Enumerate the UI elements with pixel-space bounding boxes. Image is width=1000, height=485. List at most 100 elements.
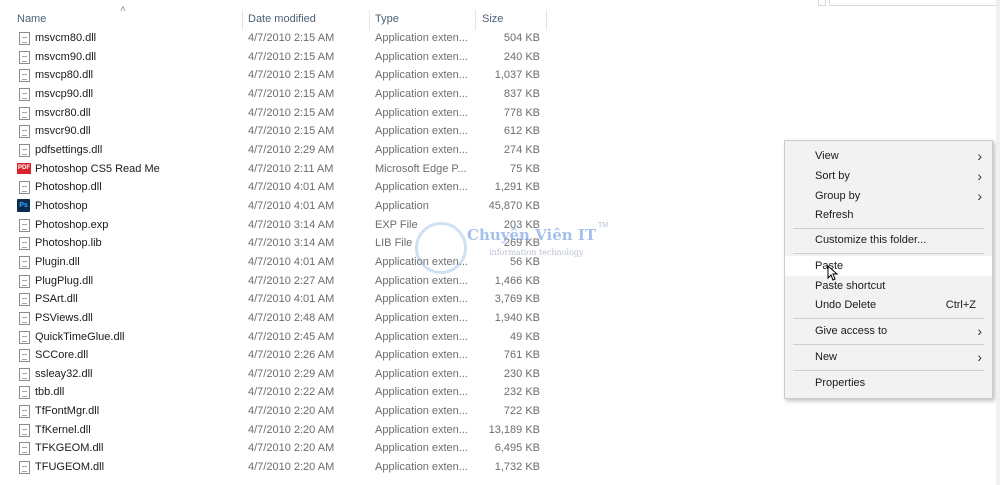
- file-date-modified: 4/7/2010 2:26 AM: [248, 349, 335, 362]
- file-row[interactable]: msvcp90.dll 4/7/2010 2:15 AM Application e…: [0, 85, 560, 104]
- file-row[interactable]: TfFontMgr.dll 4/7/2010 2:20 AM Application…: [0, 402, 560, 421]
- file-type: Application exten...: [375, 423, 468, 436]
- file-row[interactable]: TFUGEOM.dll 4/7/2010 2:20 AM Application e…: [0, 458, 560, 477]
- file-name: Photoshop.lib: [35, 237, 102, 250]
- file-row[interactable]: PDF Photoshop CS5 Read Me 4/7/2010 2:11 AM…: [0, 160, 560, 179]
- file-size: 203 KB: [503, 218, 540, 231]
- file-size: 504 KB: [503, 32, 540, 44]
- file-row[interactable]: tbb.dll 4/7/2010 2:22 AM Application exten…: [0, 383, 560, 402]
- menu-item-sort-by[interactable]: Sort by ›: [785, 166, 992, 186]
- file-row[interactable]: Photoshop.lib 4/7/2010 3:14 AM LIB File 269…: [0, 234, 560, 253]
- menu-label: Give access to: [815, 325, 888, 337]
- file-row[interactable]: PlugPlug.dll 4/7/2010 2:27 AM Application …: [0, 272, 560, 291]
- file-row[interactable]: TfKernel.dll 4/7/2010 2:20 AM Application …: [0, 421, 560, 440]
- file-size: 6,495 KB: [494, 442, 540, 455]
- menu-label: Undo Delete: [815, 299, 877, 311]
- file-name: ssleay32.dll: [35, 367, 93, 380]
- file-name: Photoshop.dll: [35, 181, 102, 194]
- file-date-modified: 4/7/2010 2:45 AM: [248, 330, 335, 343]
- file-name: msvcp90.dll: [35, 87, 94, 100]
- file-row[interactable]: Photoshop.exp 4/7/2010 3:14 AM EXP File 203…: [0, 216, 560, 235]
- dll-file-icon: [17, 383, 31, 401]
- context-menu: View › Sort by › Group by › Refresh Cust…: [784, 140, 993, 399]
- column-header-name[interactable]: Name: [17, 8, 46, 30]
- column-divider[interactable]: [242, 10, 243, 30]
- column-divider[interactable]: [546, 10, 547, 30]
- file-size: 1,466 KB: [494, 274, 540, 287]
- menu-item-give-access[interactable]: Give access to ›: [785, 321, 992, 341]
- dll-file-icon: [17, 48, 31, 66]
- file-date-modified: 4/7/2010 2:15 AM: [248, 87, 335, 100]
- file-size: 778 KB: [503, 106, 540, 119]
- file-name: PlugPlug.dll: [35, 274, 94, 287]
- file-name: TfKernel.dll: [35, 423, 91, 436]
- file-row[interactable]: Ps Photoshop 4/7/2010 4:01 AM Application 45…: [0, 197, 560, 216]
- dll-file-icon: [17, 328, 31, 346]
- menu-item-undo-delete[interactable]: Undo Delete Ctrl+Z: [785, 295, 992, 315]
- file-name: msvcm90.dll: [35, 50, 97, 63]
- column-header-date[interactable]: Date modified: [248, 8, 316, 30]
- file-type: Application exten...: [375, 330, 468, 343]
- column-divider[interactable]: [369, 10, 370, 30]
- file-name: TfFontMgr.dll: [35, 405, 100, 418]
- dll-file-icon: [17, 85, 31, 103]
- file-type: Application exten...: [375, 274, 468, 287]
- file-size: 13,189 KB: [488, 423, 540, 436]
- file-row[interactable]: pdfsettings.dll 4/7/2010 2:29 AM Applicati…: [0, 141, 560, 160]
- dll-file-icon: [17, 458, 31, 476]
- file-type: Application exten...: [375, 405, 468, 418]
- file-row[interactable]: msvcp80.dll 4/7/2010 2:15 AM Application e…: [0, 66, 560, 85]
- file-row[interactable]: ssleay32.dll 4/7/2010 2:29 AM Application …: [0, 365, 560, 384]
- dll-file-icon: [17, 346, 31, 364]
- file-row[interactable]: SCCore.dll 4/7/2010 2:26 AM Application ex…: [0, 346, 560, 365]
- file-date-modified: 4/7/2010 2:15 AM: [248, 69, 335, 82]
- search-box-edge[interactable]: [829, 0, 1000, 6]
- menu-item-customize-folder[interactable]: Customize this folder...: [785, 230, 992, 250]
- file-date-modified: 4/7/2010 2:15 AM: [248, 50, 335, 63]
- file-type: EXP File: [375, 218, 418, 231]
- column-header-type[interactable]: Type: [375, 8, 399, 30]
- menu-item-view[interactable]: View ›: [785, 146, 992, 166]
- menu-label: Refresh: [815, 209, 854, 221]
- file-size: 56 KB: [510, 255, 540, 268]
- file-name: PSViews.dll: [35, 311, 93, 324]
- pdf-icon: PDF: [17, 160, 31, 178]
- menu-item-paste-shortcut[interactable]: Paste shortcut: [785, 276, 992, 296]
- column-divider[interactable]: [475, 10, 476, 30]
- menu-label: Properties: [815, 377, 866, 389]
- file-date-modified: 4/7/2010 4:01 AM: [248, 293, 335, 306]
- file-row[interactable]: msvcm90.dll 4/7/2010 2:15 AM Application e…: [0, 48, 560, 67]
- file-row[interactable]: msvcr80.dll 4/7/2010 2:15 AM Application e…: [0, 104, 560, 123]
- file-type: Application exten...: [375, 181, 468, 194]
- file-row[interactable]: QuickTimeGlue.dll 4/7/2010 2:45 AM Applica…: [0, 328, 560, 347]
- menu-item-group-by[interactable]: Group by ›: [785, 186, 992, 206]
- file-name: tbb.dll: [35, 386, 65, 399]
- menu-item-properties[interactable]: Properties: [785, 373, 992, 393]
- file-row[interactable]: msvcr90.dll 4/7/2010 2:15 AM Application e…: [0, 122, 560, 141]
- file-type: Application exten...: [375, 311, 468, 324]
- file-row[interactable]: Photoshop.dll 4/7/2010 4:01 AM Application…: [0, 178, 560, 197]
- file-size: 49 KB: [510, 330, 540, 343]
- menu-item-new[interactable]: New ›: [785, 347, 992, 367]
- file-row[interactable]: msvcm80.dll 4/7/2010 2:15 AM Application e…: [0, 29, 560, 48]
- menu-item-paste[interactable]: Paste: [785, 256, 992, 276]
- file-row[interactable]: PSViews.dll 4/7/2010 2:48 AM Application e…: [0, 309, 560, 328]
- file-date-modified: 4/7/2010 2:11 AM: [248, 162, 334, 175]
- file-date-modified: 4/7/2010 2:15 AM: [248, 106, 335, 119]
- file-row[interactable]: PSArt.dll 4/7/2010 4:01 AM Application ext…: [0, 290, 560, 309]
- file-row[interactable]: Plugin.dll 4/7/2010 4:01 AM Application ex…: [0, 253, 560, 272]
- file-name: Photoshop CS5 Read Me: [35, 162, 160, 175]
- file-row[interactable]: TFKGEOM.dll 4/7/2010 2:20 AM Application e…: [0, 439, 560, 458]
- photoshop-icon: Ps: [17, 197, 31, 215]
- file-type: Application exten...: [375, 349, 468, 362]
- dll-file-icon: [17, 141, 31, 159]
- chevron-right-icon: ›: [977, 349, 982, 365]
- menu-item-refresh[interactable]: Refresh: [785, 205, 992, 225]
- file-type: Application exten...: [375, 50, 468, 63]
- column-header-size[interactable]: Size: [482, 8, 503, 30]
- dll-file-icon: [17, 104, 31, 122]
- mouse-cursor-icon: [827, 265, 839, 281]
- file-name: TFKGEOM.dll: [35, 442, 104, 455]
- file-name: msvcr80.dll: [35, 106, 91, 119]
- file-type: Application exten...: [375, 106, 468, 119]
